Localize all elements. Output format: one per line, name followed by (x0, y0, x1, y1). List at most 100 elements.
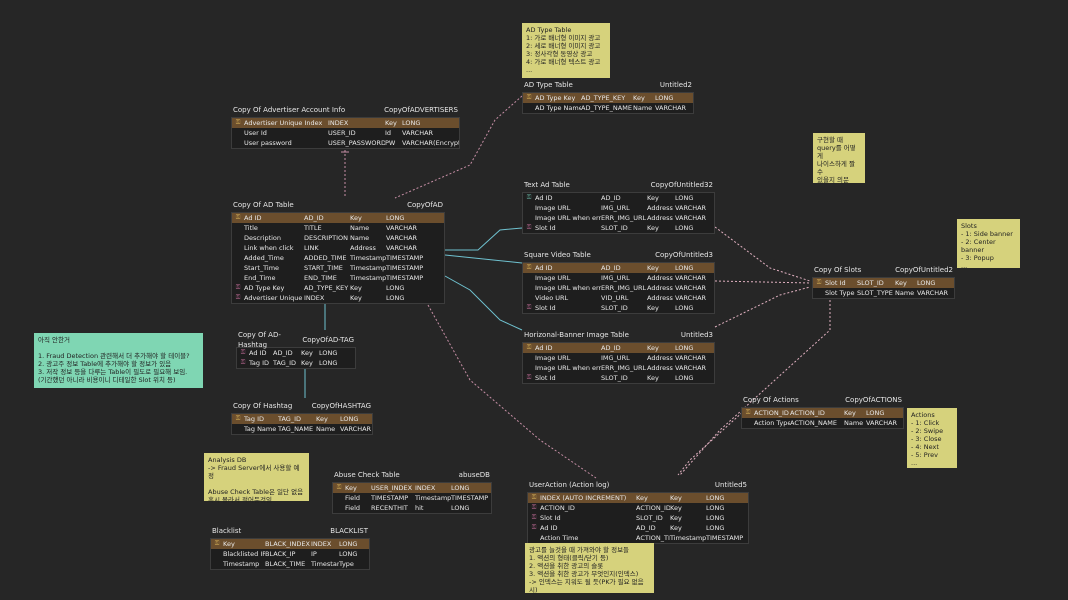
table-row[interactable]: Description DESCRIPTION Name VARCHAR (232, 233, 444, 243)
table-row[interactable]: ⚿ Ad ID AD_ID Key LONG (523, 193, 714, 203)
cell-c: Address (647, 274, 673, 282)
cell-a: Tag ID (244, 415, 264, 423)
table-row[interactable]: ⚿ Ad ID AD_ID Key LONG (232, 213, 444, 223)
table-row[interactable]: Blacklisted IP BLACK_IP IP LONG (211, 549, 369, 559)
table-body: ⚿ ACTION_ID ACTION_ID Key LONG Action Type ACT… (741, 407, 904, 429)
cell-c: Key (670, 504, 682, 512)
table-row[interactable]: ⚿ AD Type Key AD_TYPE_KEY Key LONG (232, 283, 444, 293)
table-row[interactable]: AD Type Name AD_TYPE_NAME Name VARCHAR (523, 103, 693, 113)
table-row[interactable]: Title TITLE Name VARCHAR (232, 223, 444, 233)
table-abuse[interactable]: Abuse Check Table abuseDB ⚿ Key USER_INDEX I… (332, 468, 492, 514)
table-row[interactable]: ⚿ Slot Id SLOT_ID Key LONG (813, 278, 954, 288)
table-row[interactable]: Tag Name TAG_NAME Name VARCHAR (232, 424, 372, 434)
table-useraction[interactable]: UserAction (Action log) Untitled5 ⚿ INDEX … (527, 478, 749, 544)
table-row[interactable]: ⚿Advertiser Unique IndexINDEXKeyLONG (232, 118, 459, 128)
table-logical-name: Copy Of Slots (814, 266, 862, 274)
table-row[interactable]: ⚿ AD Type Key AD_TYPE_KEY Key LONG (523, 93, 693, 103)
table-row[interactable]: ⚿ Key BLACK_INDEX INDEX LONG (211, 539, 369, 549)
table-row[interactable]: Video URL VID_URL Address VARCHAR (523, 293, 714, 303)
table-body: ⚿ INDEX (AUTO INCREMENT) Key Key LONG ⚿ ACTION… (527, 492, 749, 544)
table-row[interactable]: ⚿ Ad ID AD_ID Key LONG (523, 343, 714, 353)
cell-a: ACTION_ID (754, 409, 789, 417)
table-row[interactable]: ⚿ Slot Id SLOT_ID Key LONG (523, 223, 714, 233)
table-row[interactable]: ⚿ Ad ID AD_ID Key LONG (528, 523, 748, 533)
cell-a: Slot Id (540, 514, 561, 522)
table-adtype[interactable]: AD Type Table Untitled2 ⚿ AD Type Key AD_TY… (522, 78, 694, 114)
table-physical-name: abuseDB (458, 471, 490, 479)
table-actions[interactable]: Copy Of Actions CopyOfACTIONS ⚿ ACTION_ID A… (741, 393, 904, 429)
note-query[interactable]: 구현할 때 query를 어떻게 나이스하게 짤 수 있을지 의문 (813, 133, 865, 184)
key-icon: ⚿ (526, 224, 532, 231)
cell-c: Key (844, 409, 856, 417)
cell-d: LONG (675, 194, 694, 202)
cell-a: AD Type Name (535, 104, 581, 112)
table-row[interactable]: ⚿ Slot Id SLOT_ID Key LONG (523, 373, 714, 383)
table-row[interactable]: Start_Time START_TIME Timestamp TIMESTAMP (232, 263, 444, 273)
note-slots[interactable]: Slots - 1: Side banner - 2: Center banne… (957, 219, 1020, 270)
cell-b: BLACK_IP (265, 550, 296, 558)
table-row[interactable]: Link when click LINK Address VARCHAR (232, 243, 444, 253)
table-body: ⚿ AD Type Key AD_TYPE_KEY Key LONG AD Type Na… (522, 92, 694, 114)
table-row[interactable]: Slot Type SLOT_TYPE Name VARCHAR (813, 288, 954, 298)
cell-d: TIMESTAMP (386, 274, 424, 282)
cell-c: INDEX (311, 540, 332, 548)
note-analysis[interactable]: Analysis DB -> Fraud Server에서 사용할 예정 Abu… (204, 453, 309, 504)
cell-b: IMG_URL (601, 354, 630, 362)
table-adtag[interactable]: Copy Of AD-Hashtag CopyOfAD-TAG ⚿ Ad ID AD_… (236, 331, 356, 369)
cell-d: TIMESTAMP (386, 264, 424, 272)
table-row[interactable]: ⚿ Tag ID TAG_ID Key LONG (232, 414, 372, 424)
table-row[interactable]: Action Type ACTION_NAME Name VARCHAR (742, 418, 903, 428)
table-squarevideo[interactable]: Square Video Table CopyOfUntitled3 ⚿ Ad ID… (522, 248, 715, 314)
table-row[interactable]: Image URL when error ERR_IMG_URL Address VA… (523, 213, 714, 223)
table-row[interactable]: Field RECENTHIT hit LONG (333, 503, 491, 513)
table-row[interactable]: ⚿ Key USER_INDEX INDEX LONG (333, 483, 491, 493)
table-row[interactable]: ⚿Advertiser Unique IndexINDEXKeyLONG (232, 293, 444, 303)
note-adtype[interactable]: AD Type Table 1: 가로 배너형 이미지 광고 2: 세로 배너형… (522, 23, 610, 78)
table-row[interactable]: ⚿ ACTION_ID ACTION_ID Key LONG (742, 408, 903, 418)
table-row[interactable]: Added_Time ADDED_TIME Timestamp TIMESTAMP (232, 253, 444, 263)
table-row[interactable]: Action Time ACTION_TIMETimestampTIMESTAMP (528, 533, 748, 543)
table-hashtag[interactable]: Copy Of Hashtag CopyOfHASHTAG ⚿ Tag ID TAG_… (231, 399, 373, 435)
table-row[interactable]: Image URL when error ERR_IMG_URL Address VA… (523, 283, 714, 293)
table-row[interactable]: End_Time END_TIME Timestamp TIMESTAMP (232, 273, 444, 283)
note-bottom[interactable]: 광고를 늘것을 때 가져와야 할 정보들 1. 액션의 형태(클릭/닫기 등) … (525, 543, 654, 594)
table-row[interactable]: ⚿ INDEX (AUTO INCREMENT) Key Key LONG (528, 493, 748, 503)
table-body: ⚿ Ad ID AD_ID Key LONG Image URL IMG_URL Addres… (522, 262, 715, 314)
cell-b: ERR_IMG_URL (601, 214, 647, 222)
table-row[interactable]: Image URL IMG_URL Address VARCHAR (523, 203, 714, 213)
table-advertisers[interactable]: Copy Of Advertiser Account Info CopyOfADV… (231, 103, 460, 149)
note-actions[interactable]: Actions - 1: Click - 2: Swipe - 3: Close… (907, 408, 957, 468)
table-row[interactable]: TimestampBLACK_TIMETimestampType (211, 559, 369, 569)
cell-b: ACTION_ID (790, 409, 825, 417)
cell-a: Ad ID (244, 214, 262, 222)
table-row[interactable]: ⚿ Tag ID TAG_ID Key LONG (237, 358, 355, 368)
table-row[interactable]: Image URL IMG_URL Address VARCHAR (523, 273, 714, 283)
table-row[interactable]: Field TIMESTAMP Timestamp TIMESTAMP (333, 493, 491, 503)
key-icon: ⚿ (526, 344, 532, 351)
table-banner[interactable]: Horizonal-Banner Image Table Untitled3 ⚿ A… (522, 328, 715, 384)
table-body: ⚿ Tag ID TAG_ID Key LONG Tag Name TAG_NAME Name… (231, 413, 373, 435)
table-physical-name: BLACKLIST (330, 527, 368, 535)
table-row[interactable]: ⚿ Ad ID AD_ID Key LONG (523, 263, 714, 273)
table-row[interactable]: User password USER_PASSWORD PW VARCHAR(Encr… (232, 138, 459, 148)
cell-c: Key (647, 224, 659, 232)
table-row[interactable]: Image URL when error ERR_IMG_URL Address VA… (523, 363, 714, 373)
table-physical-name: CopyOfAD-TAG (302, 336, 354, 344)
note-todo[interactable]: 아직 안한거 1. Fraud Detection 관련해서 더 추가해야 할 … (34, 333, 203, 388)
table-slots[interactable]: Copy Of Slots CopyOfUntitled2 ⚿ Slot Id SLO… (812, 263, 955, 299)
table-row[interactable]: User Id USER_ID Id VARCHAR (232, 128, 459, 138)
table-row[interactable]: ⚿ ACTION_ID ACTION_ID Key LONG (528, 503, 748, 513)
table-row[interactable]: ⚿ Slot Id SLOT_ID Key LONG (523, 303, 714, 313)
table-body: ⚿ Advertiser Unique Index INDEX Key LONG User… (231, 117, 460, 149)
cell-a: Tag ID (249, 359, 269, 367)
table-row[interactable]: ⚿ Ad ID AD_ID Key LONG (237, 348, 355, 358)
cell-d: LONG (675, 374, 694, 382)
table-row[interactable]: ⚿ Slot Id SLOT_ID Key LONG (528, 513, 748, 523)
cell-d: LONG (675, 344, 694, 352)
table-row[interactable]: Image URL IMG_URL Address VARCHAR (523, 353, 714, 363)
cell-a: Ad ID (249, 349, 267, 357)
table-blacklist[interactable]: Blacklist BLACKLIST ⚿ Key BLACK_INDEX INDEX L… (210, 524, 370, 570)
table-physical-name: Untitled5 (714, 481, 747, 489)
table-ad[interactable]: Copy Of AD Table CopyOfAD ⚿ Ad ID AD_ID Key L… (231, 198, 445, 304)
table-textad[interactable]: Text Ad Table CopyOfUntitled32 ⚿ Ad ID AD_I… (522, 178, 715, 234)
